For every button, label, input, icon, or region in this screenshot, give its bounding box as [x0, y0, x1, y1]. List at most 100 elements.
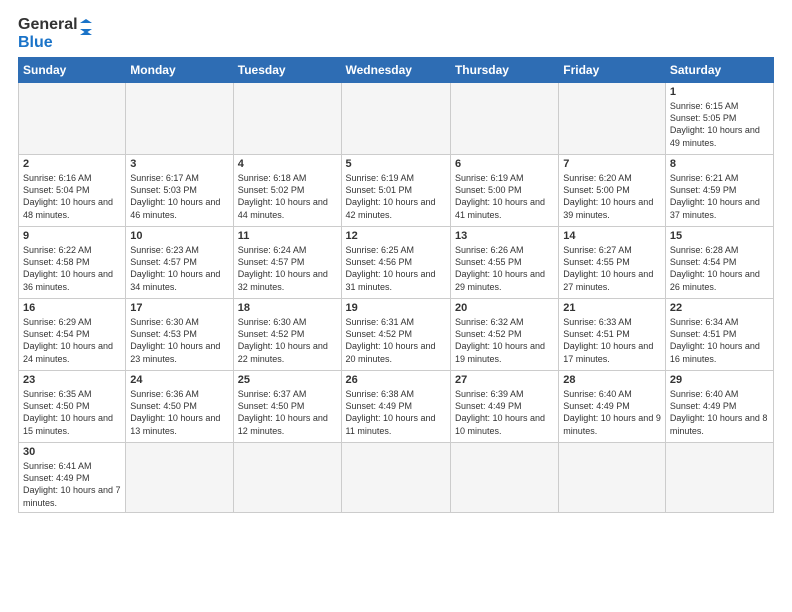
day-cell	[233, 443, 341, 513]
day-cell: 27Sunrise: 6:39 AM Sunset: 4:49 PM Dayli…	[450, 371, 558, 443]
day-cell	[19, 83, 126, 155]
day-cell: 24Sunrise: 6:36 AM Sunset: 4:50 PM Dayli…	[126, 371, 233, 443]
day-info: Sunrise: 6:20 AM Sunset: 5:00 PM Dayligh…	[563, 172, 661, 221]
day-cell: 18 Sunrise: 6:30 AM Sunset: 4:52 PM Dayli…	[233, 299, 341, 371]
day-info: Sunrise: 6:40 AM Sunset: 4:49 PM Dayligh…	[670, 388, 769, 437]
day-info: Sunrise: 6:26 AM Sunset: 4:55 PM Dayligh…	[455, 244, 554, 293]
day-cell	[665, 443, 773, 513]
day-info: Sunrise: 6:39 AM Sunset: 4:49 PM Dayligh…	[455, 388, 554, 437]
day-cell: 14 Sunrise: 6:27 AM Sunset: 4:55 PM Dayli…	[559, 227, 666, 299]
day-number: 30	[23, 446, 121, 458]
day-number: 29	[670, 374, 769, 386]
day-info: Sunrise: 6:31 AM Sunset: 4:52 PM Dayligh…	[346, 316, 446, 365]
day-cell: 26 Sunrise: 6:38 AM Sunset: 4:49 PM Dayli…	[341, 371, 450, 443]
day-info: Sunrise: 6:18 AM Sunset: 5:02 PM Dayligh…	[238, 172, 337, 221]
day-number: 15	[670, 230, 769, 242]
day-number: 16	[23, 302, 121, 314]
weekday-header-monday: Monday	[126, 58, 233, 83]
day-cell: 12 Sunrise: 6:25 AM Sunset: 4:56 PM Dayli…	[341, 227, 450, 299]
day-info: Sunrise: 6:37 AM Sunset: 4:50 PM Dayligh…	[238, 388, 337, 437]
day-number: 4	[238, 158, 337, 170]
day-cell: 17 Sunrise: 6:30 AM Sunset: 4:53 PM Dayli…	[126, 299, 233, 371]
weekday-header-saturday: Saturday	[665, 58, 773, 83]
day-info: Sunrise: 6:21 AM Sunset: 4:59 PM Dayligh…	[670, 172, 769, 221]
day-number: 24	[130, 374, 228, 386]
day-cell	[341, 443, 450, 513]
day-number: 26	[346, 374, 446, 386]
logo-general: General	[18, 16, 78, 34]
day-number: 7	[563, 158, 661, 170]
day-cell: 13 Sunrise: 6:26 AM Sunset: 4:55 PM Dayli…	[450, 227, 558, 299]
day-info: Sunrise: 6:27 AM Sunset: 4:55 PM Dayligh…	[563, 244, 661, 293]
day-cell	[341, 83, 450, 155]
day-cell: 15 Sunrise: 6:28 AM Sunset: 4:54 PM Dayli…	[665, 227, 773, 299]
weekday-header-thursday: Thursday	[450, 58, 558, 83]
day-info: Sunrise: 6:30 AM Sunset: 4:53 PM Dayligh…	[130, 316, 228, 365]
day-info: Sunrise: 6:35 AM Sunset: 4:50 PM Dayligh…	[23, 388, 121, 437]
day-number: 12	[346, 230, 446, 242]
day-number: 1	[670, 86, 769, 98]
logo: General Blue	[18, 16, 98, 51]
day-cell	[233, 83, 341, 155]
day-cell: 1Sunrise: 6:15 AM Sunset: 5:05 PM Daylig…	[665, 83, 773, 155]
day-cell	[450, 83, 558, 155]
day-info: Sunrise: 6:19 AM Sunset: 5:00 PM Dayligh…	[455, 172, 554, 221]
day-info: Sunrise: 6:24 AM Sunset: 4:57 PM Dayligh…	[238, 244, 337, 293]
day-cell: 5 Sunrise: 6:19 AM Sunset: 5:01 PM Daylig…	[341, 155, 450, 227]
day-number: 5	[346, 158, 446, 170]
day-cell: 3 Sunrise: 6:17 AM Sunset: 5:03 PM Daylig…	[126, 155, 233, 227]
day-number: 20	[455, 302, 554, 314]
day-cell: 9Sunrise: 6:22 AM Sunset: 4:58 PM Daylig…	[19, 227, 126, 299]
day-cell: 7 Sunrise: 6:20 AM Sunset: 5:00 PM Daylig…	[559, 155, 666, 227]
day-cell: 2 Sunrise: 6:16 AM Sunset: 5:04 PM Daylig…	[19, 155, 126, 227]
day-info: Sunrise: 6:40 AM Sunset: 4:49 PM Dayligh…	[563, 388, 661, 437]
day-info: Sunrise: 6:23 AM Sunset: 4:57 PM Dayligh…	[130, 244, 228, 293]
day-info: Sunrise: 6:16 AM Sunset: 5:04 PM Dayligh…	[23, 172, 121, 221]
day-info: Sunrise: 6:30 AM Sunset: 4:52 PM Dayligh…	[238, 316, 337, 365]
day-number: 2	[23, 158, 121, 170]
day-cell: 6Sunrise: 6:19 AM Sunset: 5:00 PM Daylig…	[450, 155, 558, 227]
day-info: Sunrise: 6:17 AM Sunset: 5:03 PM Dayligh…	[130, 172, 228, 221]
day-number: 18	[238, 302, 337, 314]
day-cell: 29 Sunrise: 6:40 AM Sunset: 4:49 PM Dayli…	[665, 371, 773, 443]
day-info: Sunrise: 6:25 AM Sunset: 4:56 PM Dayligh…	[346, 244, 446, 293]
week-row-5: 23Sunrise: 6:35 AM Sunset: 4:50 PM Dayli…	[19, 371, 774, 443]
day-cell: 22Sunrise: 6:34 AM Sunset: 4:51 PM Dayli…	[665, 299, 773, 371]
day-cell	[126, 83, 233, 155]
logo-blue: Blue	[18, 34, 53, 52]
day-info: Sunrise: 6:32 AM Sunset: 4:52 PM Dayligh…	[455, 316, 554, 365]
weekday-header-tuesday: Tuesday	[233, 58, 341, 83]
day-cell: 4 Sunrise: 6:18 AM Sunset: 5:02 PM Daylig…	[233, 155, 341, 227]
day-number: 25	[238, 374, 337, 386]
day-cell	[559, 83, 666, 155]
day-cell: 19 Sunrise: 6:31 AM Sunset: 4:52 PM Dayli…	[341, 299, 450, 371]
day-cell: 20 Sunrise: 6:32 AM Sunset: 4:52 PM Dayli…	[450, 299, 558, 371]
day-number: 9	[23, 230, 121, 242]
day-cell: 21 Sunrise: 6:33 AM Sunset: 4:51 PM Dayli…	[559, 299, 666, 371]
day-number: 13	[455, 230, 554, 242]
day-info: Sunrise: 6:33 AM Sunset: 4:51 PM Dayligh…	[563, 316, 661, 365]
header: General Blue	[18, 16, 774, 51]
day-info: Sunrise: 6:34 AM Sunset: 4:51 PM Dayligh…	[670, 316, 769, 365]
weekday-header-wednesday: Wednesday	[341, 58, 450, 83]
day-info: Sunrise: 6:19 AM Sunset: 5:01 PM Dayligh…	[346, 172, 446, 221]
day-number: 28	[563, 374, 661, 386]
day-cell: 16Sunrise: 6:29 AM Sunset: 4:54 PM Dayli…	[19, 299, 126, 371]
week-row-2: 2 Sunrise: 6:16 AM Sunset: 5:04 PM Daylig…	[19, 155, 774, 227]
day-number: 21	[563, 302, 661, 314]
day-number: 17	[130, 302, 228, 314]
day-number: 19	[346, 302, 446, 314]
day-number: 14	[563, 230, 661, 242]
page: General Blue SundayMondayTuesdayWednesda…	[0, 0, 792, 523]
day-info: Sunrise: 6:38 AM Sunset: 4:49 PM Dayligh…	[346, 388, 446, 437]
day-info: Sunrise: 6:28 AM Sunset: 4:54 PM Dayligh…	[670, 244, 769, 293]
day-cell	[126, 443, 233, 513]
day-cell: 10Sunrise: 6:23 AM Sunset: 4:57 PM Dayli…	[126, 227, 233, 299]
day-cell: 28 Sunrise: 6:40 AM Sunset: 4:49 PM Dayli…	[559, 371, 666, 443]
week-row-6: 30Sunrise: 6:41 AM Sunset: 4:49 PM Dayli…	[19, 443, 774, 513]
day-number: 3	[130, 158, 228, 170]
day-cell: 25 Sunrise: 6:37 AM Sunset: 4:50 PM Dayli…	[233, 371, 341, 443]
weekday-header-row: SundayMondayTuesdayWednesdayThursdayFrid…	[19, 58, 774, 83]
logo-graphic: General Blue	[18, 16, 98, 51]
logo-arrow-icon	[80, 19, 98, 49]
